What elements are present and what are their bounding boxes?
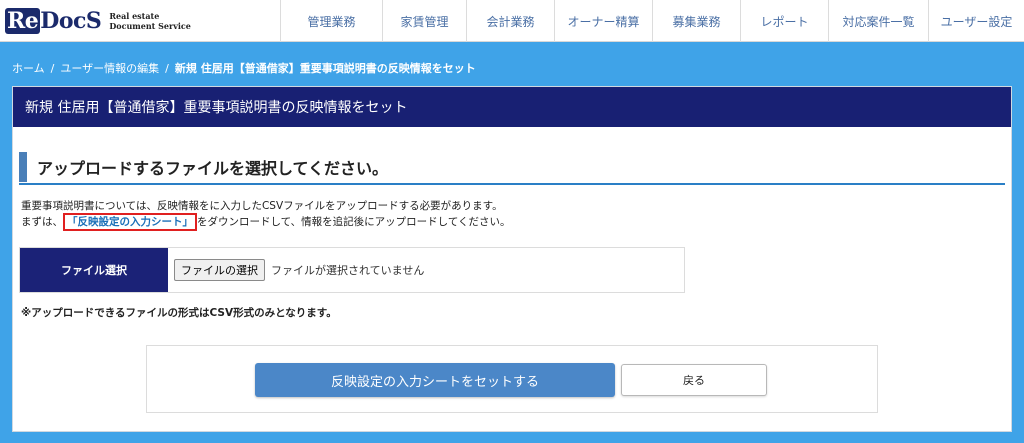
- breadcrumb-user-edit[interactable]: ユーザー情報の編集: [60, 60, 159, 76]
- logo-re: Re: [5, 8, 41, 34]
- description: 重要事項説明書については、反映情報をに入力したCSVファイルをアップロードする必…: [21, 199, 511, 231]
- section-accent-bar: [19, 152, 27, 182]
- redocs-logo[interactable]: ReDocS Real estate Document Service: [5, 4, 191, 38]
- main-nav: 管理業務 家賃管理 会計業務 オーナー精算 募集業務 レポート 対応案件一覧 ユーザー設定: [280, 0, 1024, 42]
- choose-file-button[interactable]: ファイルの選択: [174, 259, 265, 281]
- page-title: 新規 住居用【普通借家】重要事項説明書の反映情報をセット: [13, 87, 1011, 127]
- nav-item[interactable]: 会計業務: [466, 0, 554, 42]
- breadcrumb-separator: /: [50, 61, 55, 75]
- file-select-label: ファイル選択: [20, 248, 168, 292]
- nav-item[interactable]: 家賃管理: [382, 0, 466, 42]
- description-line1: 重要事項説明書については、反映情報をに入力したCSVファイルをアップロードする必…: [21, 200, 503, 212]
- input-sheet-download-link[interactable]: 「反映設定の入力シート」: [63, 213, 197, 231]
- nav-item[interactable]: 管理業務: [280, 0, 382, 42]
- back-button[interactable]: 戻る: [621, 364, 767, 396]
- tagline-line1: Real estate: [109, 11, 160, 21]
- breadcrumb-current: 新規 住居用【普通借家】重要事項説明書の反映情報をセット: [174, 62, 476, 75]
- action-area: 反映設定の入力シートをセットする 戻る: [146, 345, 878, 413]
- file-select-row: ファイル選択 ファイルの選択 ファイルが選択されていません: [19, 247, 685, 293]
- file-status-text: ファイルが選択されていません: [271, 264, 425, 277]
- section-heading: アップロードするファイルを選択してください。: [19, 151, 1005, 185]
- logo-tagline: Real estate Document Service: [109, 11, 191, 31]
- tagline-line2: Document Service: [109, 21, 191, 31]
- description-prefix: まずは、: [21, 216, 63, 228]
- nav-item[interactable]: 対応案件一覧: [828, 0, 928, 42]
- file-format-note: ※アップロードできるファイルの形式はCSV形式のみとなります。: [21, 307, 337, 319]
- set-input-sheet-button[interactable]: 反映設定の入力シートをセットする: [255, 363, 615, 397]
- breadcrumb-separator: /: [165, 61, 169, 75]
- main-panel: 新規 住居用【普通借家】重要事項説明書の反映情報をセット アップロードするファイ…: [12, 86, 1012, 432]
- file-input: ファイルの選択 ファイルが選択されていません: [168, 248, 684, 292]
- breadcrumb-home[interactable]: ホーム: [12, 60, 45, 76]
- header: ReDocS Real estate Document Service 管理業務…: [0, 0, 1024, 42]
- logo-docs: DocS: [40, 8, 102, 34]
- nav-item[interactable]: オーナー精算: [554, 0, 652, 42]
- nav-item[interactable]: レポート: [740, 0, 828, 42]
- description-suffix: をダウンロードして、情報を追記後にアップロードしてください。: [197, 216, 511, 228]
- nav-item[interactable]: 募集業務: [652, 0, 740, 42]
- nav-item[interactable]: ユーザー設定: [928, 0, 1024, 42]
- logo-mark: ReDocS: [5, 8, 102, 34]
- section-heading-text: アップロードするファイルを選択してください。: [37, 159, 389, 178]
- breadcrumb: ホーム / ユーザー情報の編集 / 新規 住居用【普通借家】重要事項説明書の反映…: [12, 60, 476, 76]
- description-line2: まずは、 「反映設定の入力シート」 をダウンロードして、情報を追記後にアップロードし…: [21, 213, 511, 231]
